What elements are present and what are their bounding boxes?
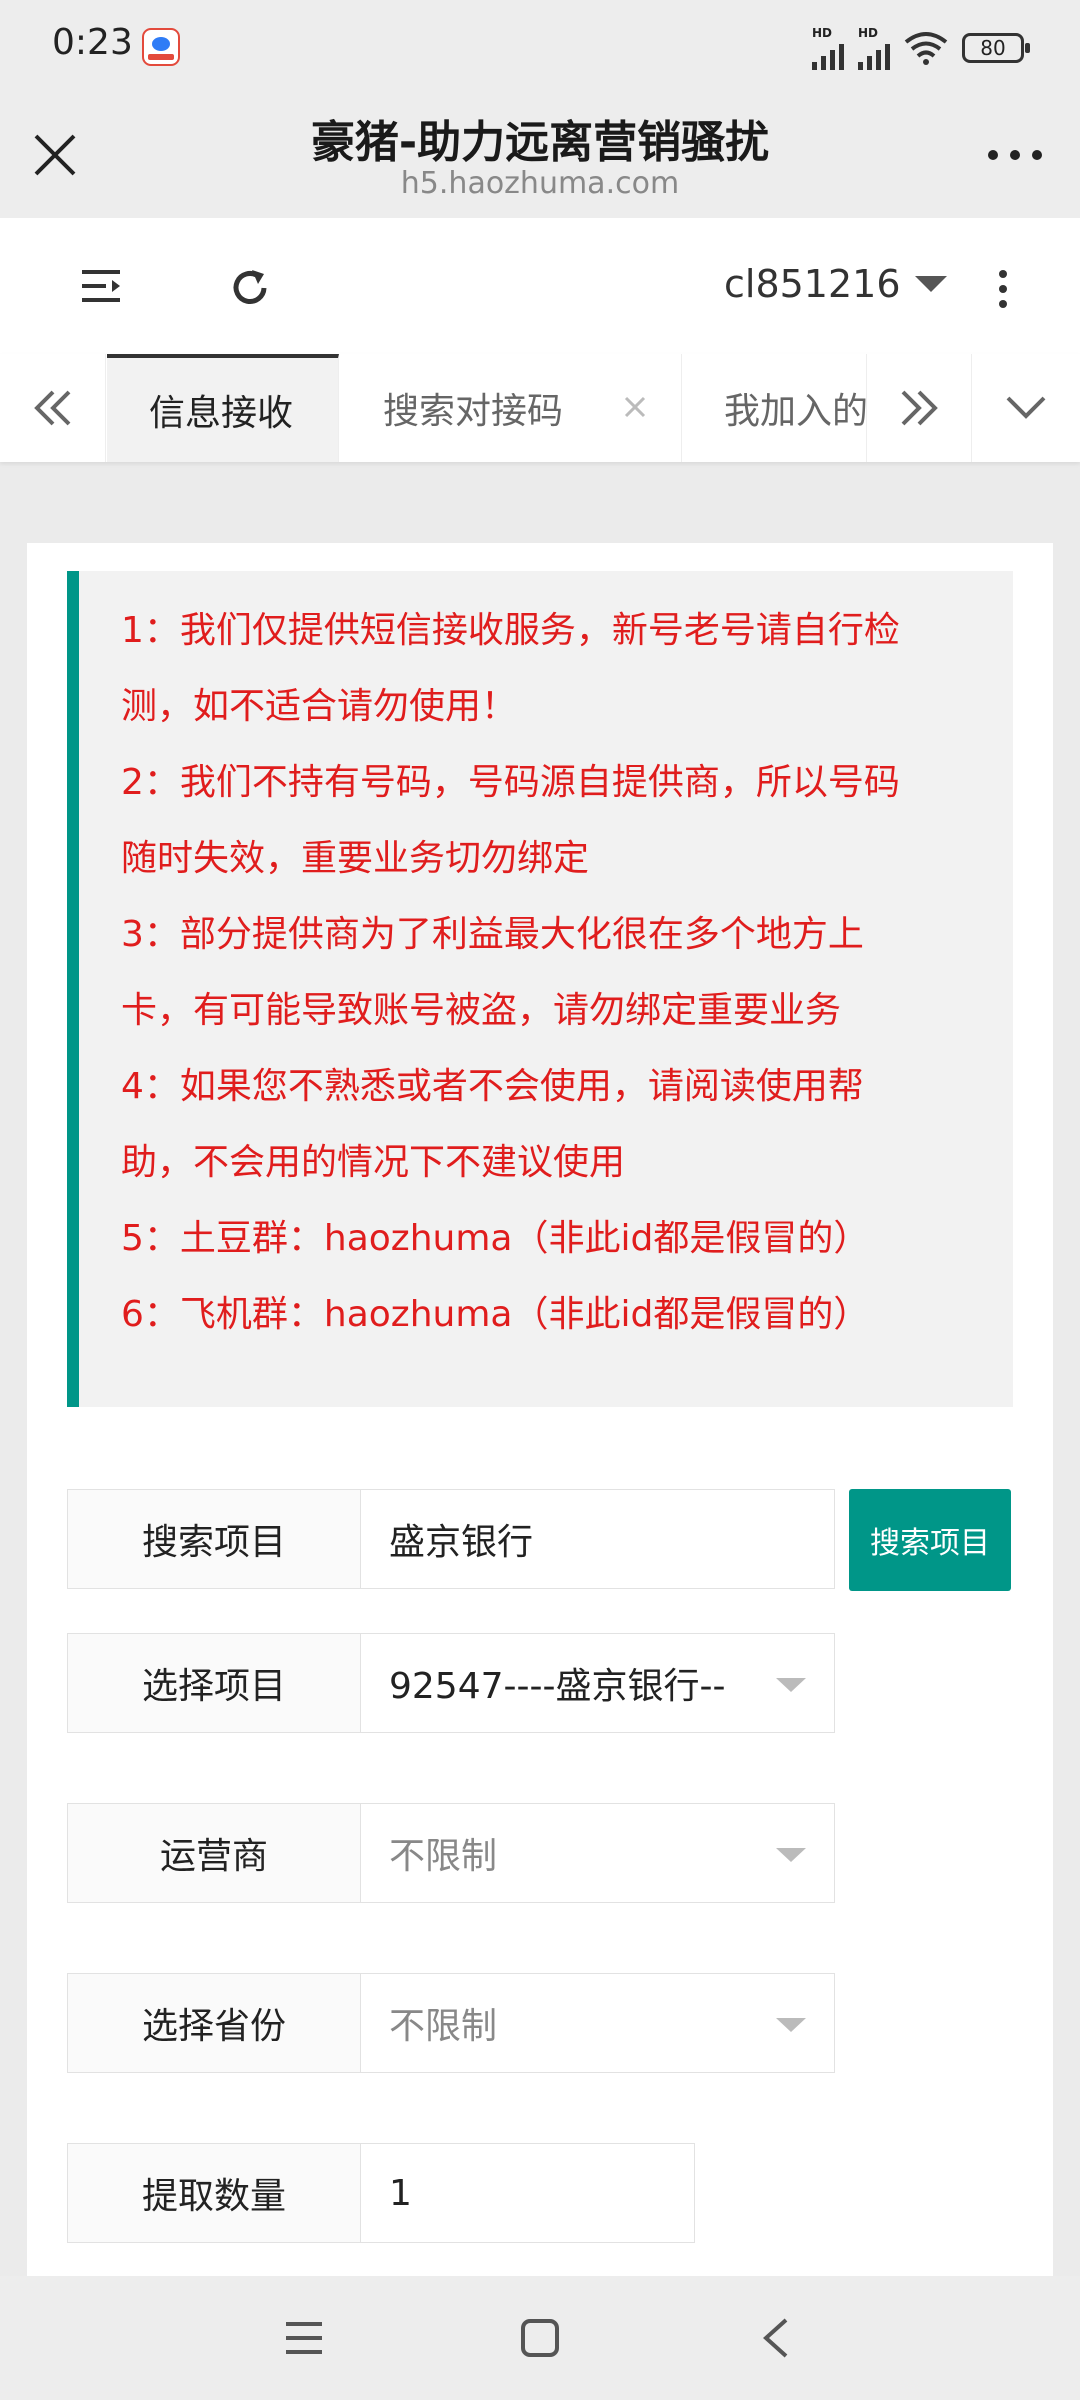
notice-line: 助，不会用的情况下不建议使用 bbox=[121, 1142, 626, 1183]
carrier-row: 运营商 不限制 bbox=[67, 1803, 835, 1905]
notice-line: 6：飞机群：haozhuma（非此id都是假冒的） bbox=[121, 1294, 870, 1335]
project-row: 选择项目 92547----盛京银行-- bbox=[67, 1633, 835, 1735]
app-header: cl851216 bbox=[0, 218, 1080, 355]
status-time: 0:23 bbox=[52, 22, 133, 63]
province-select-value: 不限制 bbox=[389, 2006, 498, 2047]
notice-line: 卡，有可能导致账号被盗，请勿绑定重要业务 bbox=[121, 990, 842, 1031]
wifi-icon bbox=[904, 32, 948, 65]
notice-line: 5：土豆群：haozhuma（非此id都是假冒的） bbox=[121, 1218, 870, 1259]
notice-box: 1：我们仅提供短信接收服务，新号老号请自行检 测，如不适合请勿使用！ 2：我们不… bbox=[67, 571, 1013, 1407]
tab-close-icon[interactable] bbox=[620, 392, 650, 422]
back-icon[interactable] bbox=[758, 2316, 794, 2360]
battery-icon: 80 bbox=[962, 33, 1030, 63]
province-row: 选择省份 不限制 bbox=[67, 1973, 835, 2075]
main-card: 1：我们仅提供短信接收服务，新号老号请自行检 测，如不适合请勿使用！ 2：我们不… bbox=[27, 543, 1053, 2400]
quantity-row: 提取数量 1 bbox=[67, 2143, 695, 2245]
carrier-label: 运营商 bbox=[67, 1803, 361, 1903]
search-button[interactable]: 搜索项目 bbox=[849, 1489, 1011, 1591]
user-menu[interactable]: cl851216 bbox=[724, 262, 947, 306]
dropdown-arrow-icon bbox=[776, 1678, 806, 1692]
app-notification-icon bbox=[142, 28, 180, 66]
username: cl851216 bbox=[724, 262, 901, 306]
search-input[interactable]: 盛京银行 bbox=[361, 1489, 835, 1589]
status-indicators: HD HD 80 bbox=[812, 26, 1030, 70]
recent-apps-icon[interactable] bbox=[284, 2316, 324, 2360]
page-url: h5.haozhuma.com bbox=[400, 166, 680, 201]
project-label: 选择项目 bbox=[67, 1633, 361, 1733]
more-icon[interactable] bbox=[988, 150, 1042, 160]
notice-line: 4：如果您不熟悉或者不会使用，请阅读使用帮 bbox=[121, 1066, 864, 1107]
double-right-icon[interactable] bbox=[866, 354, 972, 462]
project-select-value: 92547----盛京银行-- bbox=[389, 1666, 726, 1707]
carrier-select-value: 不限制 bbox=[389, 1836, 498, 1877]
project-select[interactable]: 92547----盛京银行-- bbox=[361, 1633, 835, 1733]
search-label: 搜索项目 bbox=[67, 1489, 361, 1589]
page-title: 豪猪-助力远离营销骚扰 bbox=[310, 117, 770, 168]
notice-line: 1：我们仅提供短信接收服务，新号老号请自行检 bbox=[121, 610, 900, 651]
kebab-icon[interactable] bbox=[998, 270, 1008, 308]
signal-icon: HD bbox=[812, 26, 844, 70]
tab-bar: 信息接收 搜索对接码 我加入的 bbox=[0, 354, 1080, 462]
browser-title-bar: 豪猪-助力远离营销骚扰 h5.haozhuma.com bbox=[0, 90, 1080, 218]
tab-info-receive[interactable]: 信息接收 bbox=[107, 354, 339, 462]
system-nav-bar bbox=[0, 2276, 1080, 2400]
search-row: 搜索项目 盛京银行 bbox=[67, 1489, 835, 1591]
chevron-down-icon[interactable] bbox=[972, 354, 1080, 462]
notice-line: 3：部分提供商为了利益最大化很在多个地方上 bbox=[121, 914, 864, 955]
notice-line: 随时失效，重要业务切勿绑定 bbox=[121, 838, 590, 879]
notice-line: 2：我们不持有号码，号码源自提供商，所以号码 bbox=[121, 762, 900, 803]
menu-icon[interactable] bbox=[80, 268, 124, 304]
notice-line: 测，如不适合请勿使用！ bbox=[121, 686, 518, 727]
refresh-icon[interactable] bbox=[228, 266, 272, 310]
carrier-select[interactable]: 不限制 bbox=[361, 1803, 835, 1903]
tab-joined[interactable]: 我加入的 bbox=[682, 354, 866, 462]
status-bar: 0:23 HD HD 80 bbox=[0, 0, 1080, 90]
dropdown-arrow-icon bbox=[776, 2018, 806, 2032]
signal-icon: HD bbox=[858, 26, 890, 70]
quantity-label: 提取数量 bbox=[67, 2143, 361, 2243]
home-icon[interactable] bbox=[520, 2316, 560, 2360]
double-left-icon[interactable] bbox=[0, 354, 106, 462]
province-label: 选择省份 bbox=[67, 1973, 361, 2073]
caret-down-icon bbox=[914, 276, 947, 292]
quantity-input[interactable]: 1 bbox=[361, 2143, 695, 2243]
province-select[interactable]: 不限制 bbox=[361, 1973, 835, 2073]
dropdown-arrow-icon bbox=[776, 1848, 806, 1862]
